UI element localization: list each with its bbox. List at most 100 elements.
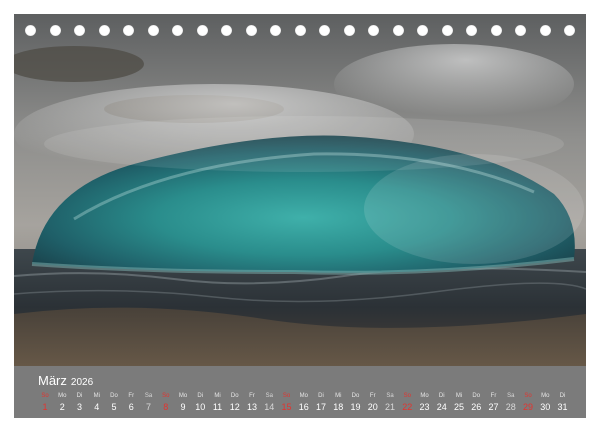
calendar-day: Sa 14 — [260, 392, 278, 413]
weekday-label: Sa — [144, 393, 153, 399]
binding-hole — [172, 25, 183, 36]
calendar-day: Fr 27 — [485, 392, 503, 413]
binding-hole — [147, 25, 159, 36]
calendar-day: Do 26 — [467, 392, 485, 413]
calendar-day: Di 31 — [554, 392, 572, 413]
weekday-label: Do — [230, 393, 239, 399]
day-number: 25 — [453, 402, 464, 412]
day-number: 24 — [436, 402, 447, 412]
day-number: 11 — [212, 402, 223, 412]
weekday-label: Do — [472, 393, 481, 399]
day-number: 8 — [163, 402, 169, 412]
month-heading: März 2026 — [38, 372, 93, 390]
day-number: 5 — [111, 402, 117, 412]
binding-hole — [270, 25, 281, 36]
calendar-day: Fr 13 — [243, 392, 261, 413]
calendar-day: Do 5 — [105, 392, 123, 413]
binding-hole — [74, 25, 85, 36]
calendar-day: Di 10 — [191, 392, 209, 413]
weekday-label: Mi — [455, 393, 463, 399]
day-number: 27 — [488, 402, 499, 412]
day-number: 15 — [281, 402, 292, 412]
calendar-day: Fr 20 — [364, 392, 382, 413]
weekday-label: So — [162, 393, 170, 399]
day-number: 31 — [557, 402, 568, 412]
weekday-label: Do — [110, 393, 118, 399]
spiral-binding — [14, 25, 586, 39]
calendar-day: Do 19 — [347, 392, 365, 413]
day-number: 18 — [333, 402, 344, 412]
binding-hole — [392, 25, 404, 36]
weekday-label: Mo — [541, 393, 550, 399]
weekday-label: Di — [318, 393, 324, 399]
binding-hole — [539, 25, 551, 36]
day-number: 6 — [128, 402, 134, 412]
binding-hole — [368, 25, 379, 36]
weekday-label: So — [403, 393, 411, 399]
calendar-day: Mi 25 — [450, 392, 468, 413]
day-number: 20 — [367, 402, 378, 412]
day-number: 4 — [94, 402, 100, 412]
weekday-label: Di — [197, 393, 204, 399]
weekday-label: Mo — [420, 393, 429, 399]
weekday-label: So — [41, 393, 49, 399]
day-number: 14 — [264, 402, 275, 412]
binding-hole — [343, 25, 355, 36]
binding-hole — [196, 25, 208, 36]
day-number: 10 — [195, 402, 206, 412]
calendar-day: So 22 — [398, 392, 416, 413]
calendar-day: Mo 9 — [174, 392, 192, 413]
weekday-label: Mi — [214, 393, 221, 399]
calendar-day: Mi 4 — [88, 392, 106, 413]
weekday-label: Mo — [178, 393, 188, 399]
weekday-label: Mi — [335, 393, 342, 399]
binding-hole — [466, 25, 477, 36]
day-number: 30 — [540, 402, 551, 412]
weekday-label: Mo — [58, 393, 67, 399]
day-number: 22 — [402, 402, 413, 412]
month-name: März — [38, 373, 67, 388]
calendar-day: So 29 — [519, 392, 537, 413]
day-grid: So 1 Mo 2 Di 3 Mi 4 Do 5 Fr 6 Sa 7 So 8 Mo 9 Di 10 Mi 11 Do 12 F… — [14, 392, 586, 418]
weekday-label: Sa — [386, 393, 394, 399]
binding-hole — [49, 25, 61, 36]
calendar-day: So 8 — [157, 392, 175, 413]
calendar-page: März 2026 So 1 Mo 2 Di 3 Mi 4 Do 5 Fr 6 Sa 7 So 8 Mo 9 Di 10… — [14, 14, 586, 418]
weekday-label: Sa — [265, 393, 273, 399]
calendar-day: Sa 21 — [381, 392, 399, 413]
weekday-label: Mo — [299, 393, 308, 399]
calendar-day: Di 17 — [312, 392, 330, 413]
calendar-day: Mo 2 — [53, 392, 71, 413]
day-number: 29 — [522, 402, 533, 412]
binding-hole — [515, 25, 526, 36]
calendar-day: Mo 23 — [416, 392, 434, 413]
calendar-day: Do 12 — [226, 392, 244, 413]
day-number: 28 — [505, 402, 516, 412]
calendar-day: So 15 — [278, 392, 296, 413]
geyser-photo — [14, 14, 586, 366]
day-number: 3 — [76, 402, 82, 412]
year: 2026 — [70, 377, 94, 388]
binding-hole — [490, 25, 502, 36]
calendar-bar: März 2026 So 1 Mo 2 Di 3 Mi 4 Do 5 Fr 6 Sa 7 So 8 Mo 9 Di 10… — [14, 366, 586, 418]
binding-hole — [123, 25, 134, 36]
weekday-label: Di — [438, 393, 445, 399]
weekday-label: Fr — [128, 393, 135, 399]
weekday-label: Mi — [93, 393, 100, 399]
weekday-label: Do — [351, 393, 360, 399]
weekday-label: Fr — [369, 393, 376, 399]
day-number: 7 — [145, 402, 151, 412]
day-number: 16 — [298, 402, 309, 412]
calendar-day: Mo 16 — [295, 392, 313, 413]
calendar-day: So 1 — [36, 392, 54, 413]
binding-hole — [245, 25, 257, 36]
day-number: 17 — [315, 402, 326, 412]
weekday-label: So — [524, 393, 532, 399]
weekday-label: Di — [559, 393, 566, 399]
calendar-day: Mi 18 — [329, 392, 347, 413]
binding-hole — [221, 25, 232, 36]
binding-hole — [417, 25, 428, 36]
calendar-day: Di 24 — [433, 392, 451, 413]
weekday-label: Di — [76, 393, 83, 399]
day-number: 1 — [42, 402, 48, 412]
